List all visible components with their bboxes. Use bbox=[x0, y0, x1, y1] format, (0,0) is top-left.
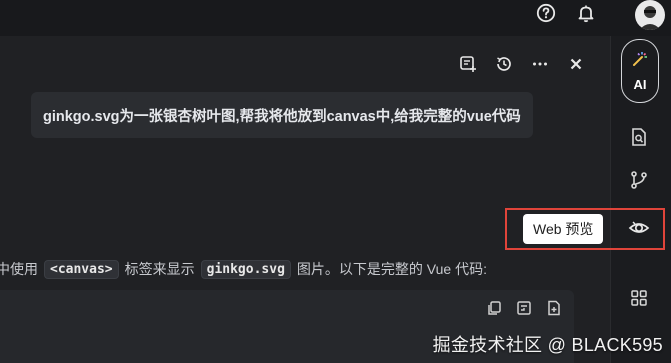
ai-label: AI bbox=[633, 77, 647, 92]
close-icon[interactable] bbox=[566, 54, 586, 74]
sparkle-icon bbox=[631, 50, 649, 73]
chat-panel: ginkgo.svg为一张银杏树叶图,帮我将他放到canvas中,给我完整的vu… bbox=[0, 36, 610, 363]
chat-toolbar bbox=[458, 54, 610, 74]
inline-code-canvas: <canvas> bbox=[44, 259, 119, 279]
code-toolbar bbox=[486, 300, 562, 321]
inline-code-filename: ginkgo.svg bbox=[200, 259, 291, 279]
apps-icon[interactable] bbox=[627, 286, 651, 310]
app-window: ginkgo.svg为一张银杏树叶图,帮我将他放到canvas中,给我完整的vu… bbox=[0, 0, 671, 363]
watermark: 掘金技术社区 @ BLACK595 bbox=[432, 335, 663, 355]
help-icon[interactable] bbox=[535, 2, 557, 24]
search-doc-icon[interactable] bbox=[627, 125, 651, 149]
new-chat-icon[interactable] bbox=[458, 54, 478, 74]
insert-icon[interactable] bbox=[516, 300, 532, 321]
answer-text-3: 图片。以下是完整的 Vue 代码: bbox=[296, 261, 487, 277]
bell-icon[interactable] bbox=[575, 2, 597, 24]
more-icon[interactable] bbox=[530, 54, 550, 74]
ai-assistant-button[interactable]: AI bbox=[621, 39, 659, 103]
new-file-icon[interactable] bbox=[546, 300, 562, 321]
branch-icon[interactable] bbox=[627, 168, 651, 192]
answer-text-1: 中使用 bbox=[0, 261, 38, 277]
avatar[interactable] bbox=[635, 0, 665, 30]
assistant-answer-text: 中使用 <canvas> 标签来显示 ginkgo.svg 图片。以下是完整的 … bbox=[0, 258, 487, 280]
user-message-bubble: ginkgo.svg为一张银杏树叶图,帮我将他放到canvas中,给我完整的vu… bbox=[31, 92, 533, 138]
top-bar bbox=[0, 0, 671, 36]
history-icon[interactable] bbox=[494, 54, 514, 74]
copy-icon[interactable] bbox=[486, 300, 502, 321]
annotation-highlight-box bbox=[505, 208, 665, 250]
answer-text-2: 标签来显示 bbox=[124, 261, 195, 277]
right-sidebar: AI bbox=[610, 36, 671, 363]
